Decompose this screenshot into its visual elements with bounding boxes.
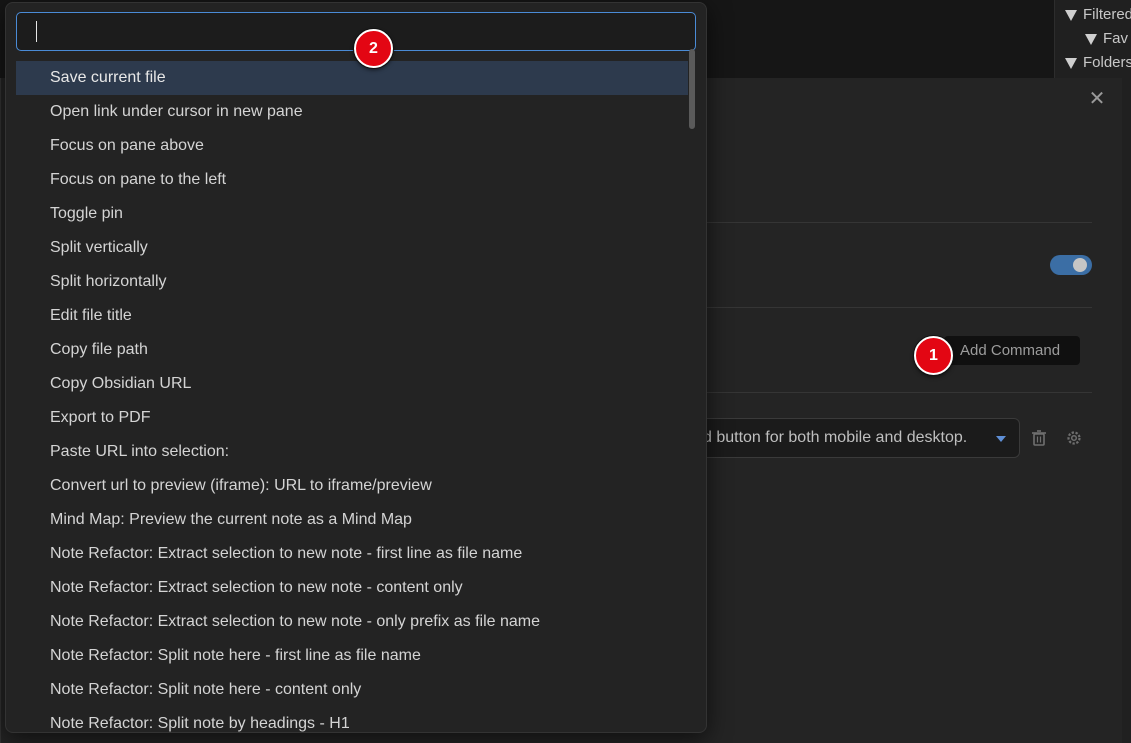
command-item[interactable]: Note Refactor: Split note here - content… — [16, 673, 688, 707]
command-item[interactable]: Note Refactor: Extract selection to new … — [16, 571, 688, 605]
command-list: Save current file Open link under cursor… — [16, 61, 688, 732]
command-item[interactable]: Split horizontally — [16, 265, 688, 299]
platform-dropdown[interactable]: d button for both mobile and desktop. — [690, 418, 1020, 458]
tree-row-filtered[interactable]: Filtered — [1065, 6, 1131, 23]
command-item[interactable]: Copy file path — [16, 333, 688, 367]
text-cursor — [36, 21, 37, 42]
command-item[interactable]: Focus on pane to the left — [16, 163, 688, 197]
command-item[interactable]: Note Refactor: Split note here - first l… — [16, 639, 688, 673]
command-item[interactable]: Note Refactor: Split note by headings - … — [16, 707, 688, 732]
settings-toggle[interactable] — [1050, 255, 1092, 275]
divider — [704, 222, 1092, 223]
tree-row-favorites[interactable]: Fav — [1085, 30, 1128, 47]
command-palette: Save current file Open link under cursor… — [5, 2, 707, 733]
step-badge-2: 2 — [354, 29, 393, 68]
toggle-knob — [1073, 258, 1087, 272]
command-item[interactable]: Edit file title — [16, 299, 688, 333]
command-item[interactable]: Save current file — [16, 61, 688, 95]
command-item[interactable]: Note Refactor: Extract selection to new … — [16, 605, 688, 639]
collapse-triangle-icon — [1085, 33, 1097, 45]
divider — [704, 392, 1092, 393]
command-item[interactable]: Paste URL into selection: — [16, 435, 688, 469]
collapse-triangle-icon — [1065, 57, 1077, 69]
command-item[interactable]: Mind Map: Preview the current note as a … — [16, 503, 688, 537]
command-item[interactable]: Convert url to preview (iframe): URL to … — [16, 469, 688, 503]
scrollbar-thumb[interactable] — [689, 49, 695, 129]
command-item[interactable]: Note Refactor: Extract selection to new … — [16, 537, 688, 571]
command-item[interactable]: Export to PDF — [16, 401, 688, 435]
close-icon[interactable]: ✕ — [1086, 88, 1108, 110]
trash-icon[interactable] — [1030, 429, 1048, 447]
step-badge-1: 1 — [914, 336, 953, 375]
command-item[interactable]: Focus on pane above — [16, 129, 688, 163]
chevron-down-icon — [996, 436, 1006, 442]
command-item[interactable]: Toggle pin — [16, 197, 688, 231]
divider — [704, 307, 1092, 308]
command-item[interactable]: Open link under cursor in new pane — [16, 95, 688, 129]
collapse-triangle-icon — [1065, 9, 1077, 21]
command-item[interactable]: Split vertically — [16, 231, 688, 265]
gear-icon[interactable] — [1065, 429, 1083, 447]
tree-row-folders[interactable]: Folders — [1065, 54, 1131, 71]
add-command-button[interactable]: Add Command — [944, 336, 1080, 365]
command-item[interactable]: Copy Obsidian URL — [16, 367, 688, 401]
